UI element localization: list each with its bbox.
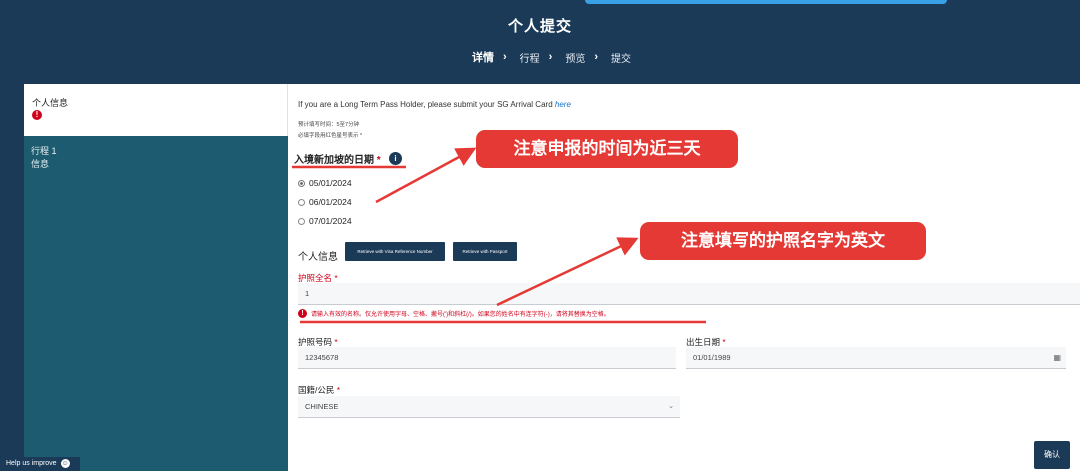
sidebar-item-label: 信息 [31,159,50,169]
step-progress: 详情 › 行程 › 预览 › 提交 [472,49,631,65]
annotation-callout: 注意申报的时间为近三天 [476,130,738,168]
chevron-right-icon: › [594,51,599,63]
passport-name-input[interactable]: 1 [298,283,1080,305]
name-error-message: ! 请输入有效的名称。仅允许使用字母、空格、撇号(')和斜杠(/)。如果您的姓名… [298,309,610,318]
sidebar-item-trip[interactable]: 行程 1 信息 [31,145,57,171]
sidebar: 个人信息 ! 行程 1 信息 [24,84,288,471]
notice-link[interactable]: here [555,100,571,109]
retrieve-passport-button[interactable]: Retrieve with Passport [453,242,517,261]
step-trip[interactable]: 行程 [520,50,540,65]
sidebar-item-personal-info[interactable]: 个人信息 ! [24,84,288,136]
chevron-right-icon: › [548,51,553,63]
radio-unchecked[interactable] [298,217,305,225]
required-mark: * [376,155,381,166]
step-preview[interactable]: 预览 [565,50,585,65]
arrival-date-option[interactable]: 06/01/2024 [298,197,352,207]
step-submit[interactable]: 提交 [611,50,631,65]
help-us-improve-button[interactable]: Help us improve ☺ [0,457,80,471]
radio-unchecked[interactable] [298,198,305,206]
retrieve-visa-ref-button[interactable]: Retrieve with Visa Reference Number [345,242,445,261]
smile-icon: ☺ [60,458,70,468]
arrival-date-option[interactable]: 05/01/2024 [298,178,352,188]
date-option-label: 07/01/2024 [309,216,352,226]
top-header: 个人提交 详情 › 行程 › 预览 › 提交 [0,0,1080,84]
annotation-callout: 注意填写的护照名字为英文 [640,222,926,260]
fill-time-hint: 预计填写时间：5至7分钟 [298,122,360,128]
sidebar-item-label: 行程 1 [31,146,57,156]
calendar-icon[interactable]: ▦ [1053,347,1061,369]
passport-number-input[interactable]: 12345678 [298,347,676,369]
left-border [0,84,24,471]
help-label: Help us improve [6,460,57,467]
sidebar-item-label: 个人信息 [32,98,69,108]
step-details[interactable]: 详情 [472,49,494,65]
top-accent-bar [585,0,947,4]
info-icon[interactable]: i [389,152,402,165]
long-term-pass-notice: If you are a Long Term Pass Holder, plea… [298,100,571,109]
page-title: 个人提交 [507,18,572,35]
date-option-label: 06/01/2024 [309,197,352,207]
notice-text: If you are a Long Term Pass Holder, plea… [298,100,553,109]
arrival-date-label: 入境新加坡的日期 * [294,155,381,166]
date-option-label: 05/01/2024 [309,178,352,188]
nationality-select[interactable]: CHINESE ⌄ [298,396,680,418]
chevron-down-icon: ⌄ [668,403,674,410]
error-icon: ! [298,309,307,318]
error-icon: ! [32,110,42,120]
radio-checked[interactable] [298,179,305,187]
required-field-hint: 必填字段用红色星号表示 * [298,133,363,139]
nationality-label: 国籍/公民 * [298,385,341,395]
chevron-right-icon: › [503,51,507,63]
date-of-birth-input[interactable]: 01/01/1989 ▦ [686,347,1066,369]
confirm-button[interactable]: 确认 [1034,441,1070,469]
personal-info-heading: 个人信息 [298,252,338,263]
arrival-date-option[interactable]: 07/01/2024 [298,216,352,226]
